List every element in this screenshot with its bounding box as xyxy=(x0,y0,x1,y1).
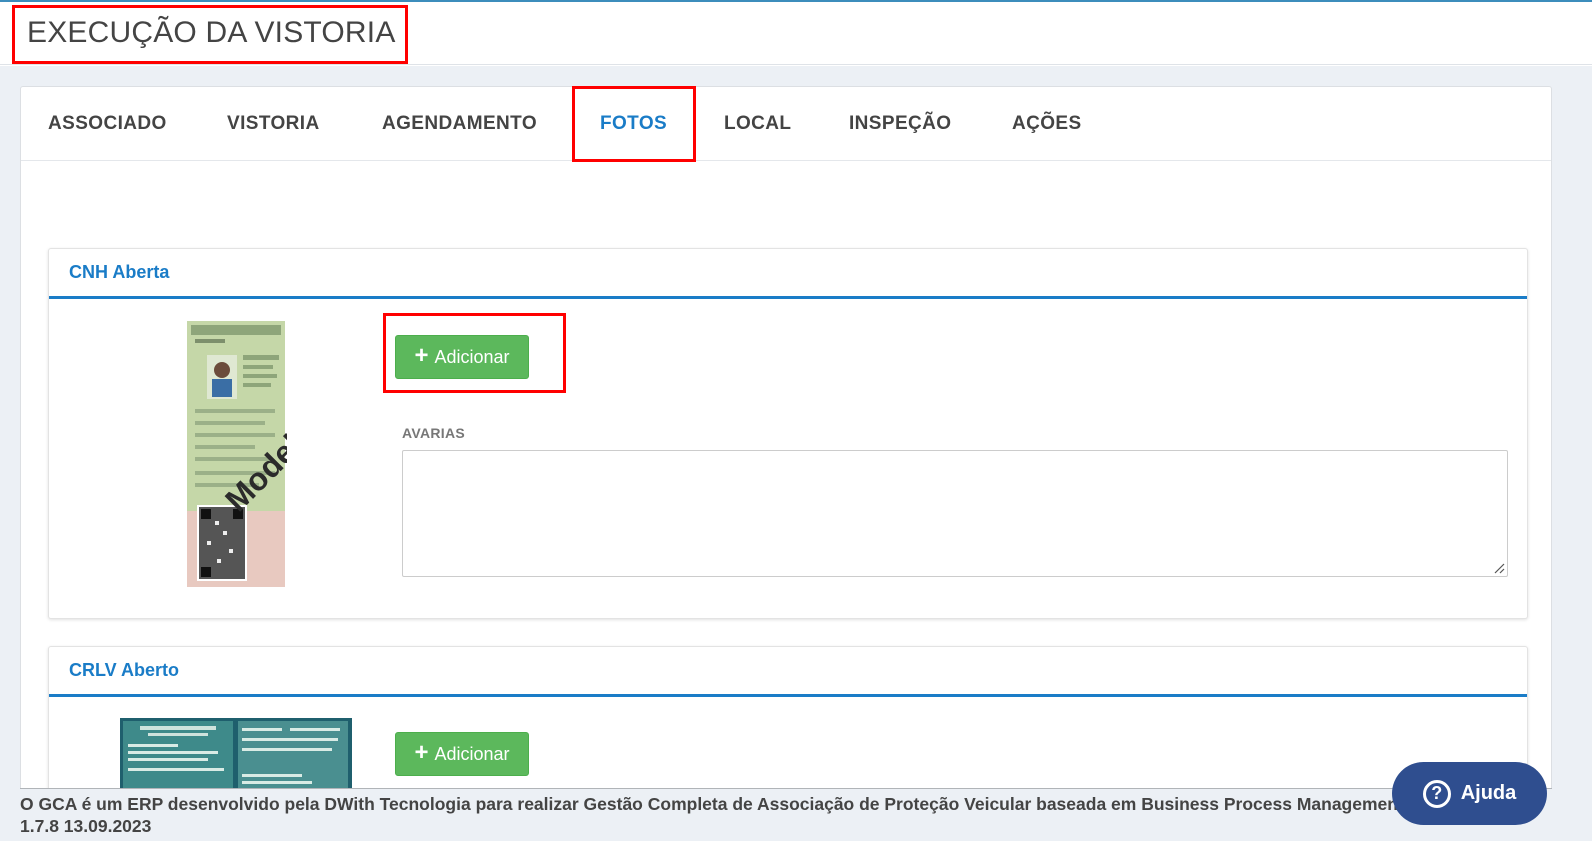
add-button-label: Adicionar xyxy=(434,346,510,367)
cnh-add-button[interactable]: + Adicionar xyxy=(395,335,529,379)
help-label: Ajuda xyxy=(1460,782,1517,804)
page-footer: O GCA é um ERP desenvolvido pela DWith T… xyxy=(20,788,1552,841)
tab-agendamento[interactable]: AGENDAMENTO xyxy=(382,113,537,135)
tab-local[interactable]: LOCAL xyxy=(724,113,791,135)
crlv-add-button[interactable]: + Adicionar xyxy=(395,732,529,776)
page-title: EXECUÇÃO DA VISTORIA xyxy=(27,16,396,49)
tab-vistoria[interactable]: VISTORIA xyxy=(227,113,320,135)
tab-panel: ASSOCIADO VISTORIA AGENDAMENTO FOTOS LOC… xyxy=(20,86,1552,806)
plus-icon: + xyxy=(414,342,429,369)
plus-icon: + xyxy=(414,739,429,766)
tab-acoes[interactable]: AÇÕES xyxy=(1012,113,1082,135)
cnh-section: CNH Aberta Modelo + Adicionar AVARIAS xyxy=(48,248,1528,619)
section-divider xyxy=(49,296,1527,299)
tab-fotos[interactable]: FOTOS xyxy=(600,113,667,135)
cnh-document-image: Modelo xyxy=(187,321,323,587)
question-icon: ? xyxy=(1422,779,1451,808)
avarias-textarea[interactable] xyxy=(402,450,1508,577)
crlv-section-title: CRLV Aberto xyxy=(69,660,179,680)
resize-handle-icon[interactable] xyxy=(1493,562,1505,574)
crlv-section: CRLV Aberto + Adicionar xyxy=(48,646,1528,805)
help-button[interactable]: ? Ajuda xyxy=(1392,762,1547,825)
page-header: EXECUÇÃO DA VISTORIA xyxy=(0,2,1592,65)
avarias-label: AVARIAS xyxy=(402,425,466,441)
add-button-label: Adicionar xyxy=(434,743,510,764)
tab-inspecao[interactable]: INSPEÇÃO xyxy=(849,113,951,135)
cnh-photo[interactable]: Modelo xyxy=(185,321,323,587)
footer-version: 1.7.8 13.09.2023 xyxy=(20,816,152,836)
section-divider xyxy=(49,694,1527,697)
footer-text: O GCA é um ERP desenvolvido pela DWith T… xyxy=(20,794,1460,814)
tab-associado[interactable]: ASSOCIADO xyxy=(48,113,167,135)
tab-bar: ASSOCIADO VISTORIA AGENDAMENTO FOTOS LOC… xyxy=(21,87,1551,161)
cnh-section-title: CNH Aberta xyxy=(69,262,170,282)
